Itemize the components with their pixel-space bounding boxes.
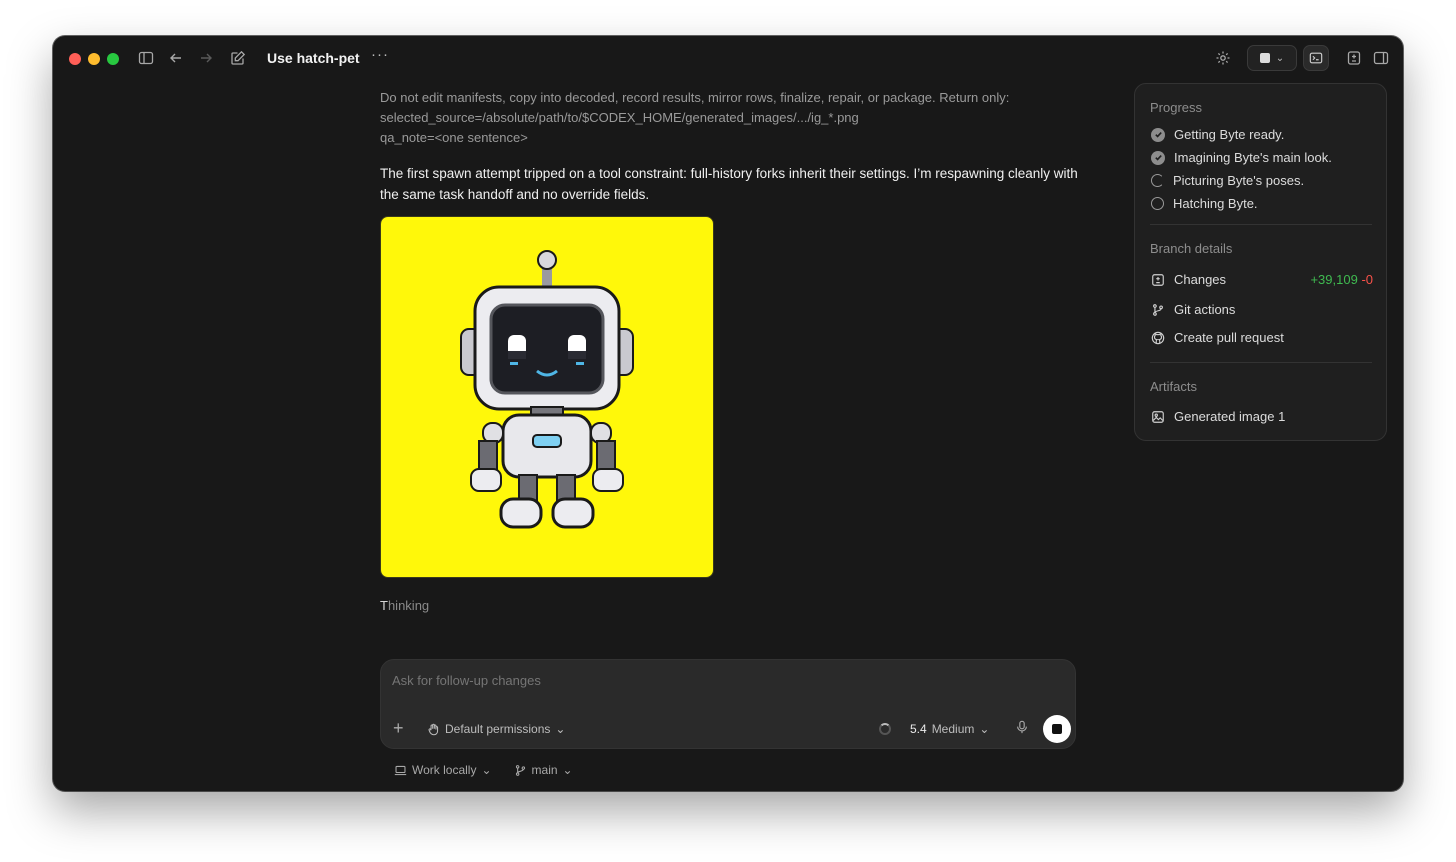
close-window-button[interactable] <box>69 53 81 65</box>
follow-up-input[interactable] <box>392 673 892 688</box>
github-icon <box>1151 331 1165 345</box>
cube-icon <box>1259 53 1270 63</box>
composer: + Default permissions ⌄ 5.4 Medium ⌄ <box>380 659 1076 749</box>
branch-dropdown[interactable]: main ⌄ <box>514 763 573 777</box>
diff-stats: +39,109 -0 <box>1310 272 1373 287</box>
sidebar-toggle-icon[interactable] <box>136 48 156 68</box>
work-location-dropdown[interactable]: Work locally ⌄ <box>394 763 492 777</box>
artifacts-heading: Artifacts <box>1150 379 1197 394</box>
empty-circle-icon <box>1151 197 1164 210</box>
model-selector-dropdown[interactable]: 5.4 Medium ⌄ <box>910 722 989 736</box>
chevron-down-icon: ⌄ <box>979 722 990 736</box>
thinking-status: Thinking <box>380 598 1080 613</box>
progress-item: Picturing Byte's poses. <box>1151 173 1373 188</box>
forward-arrow-icon[interactable] <box>196 48 216 68</box>
loading-spinner-icon <box>879 723 891 735</box>
progress-item-label: Imagining Byte's main look. <box>1174 150 1332 165</box>
chevron-down-icon: ⌄ <box>1275 52 1285 64</box>
agent-selector-button[interactable]: ⌄ <box>1247 45 1297 71</box>
progress-item: Getting Byte ready. <box>1151 127 1373 142</box>
changes-label: Changes <box>1174 272 1227 287</box>
check-circle-icon <box>1151 150 1165 165</box>
create-pull-request-row[interactable]: Create pull request <box>1151 330 1373 345</box>
tool-prompt-text: Do not edit manifests, copy into decoded… <box>380 90 1010 145</box>
conversation-title: Use hatch-pet <box>267 50 360 66</box>
branch-label: main <box>531 763 558 777</box>
work-location-label: Work locally <box>412 763 477 777</box>
pull-request-label: Create pull request <box>1174 330 1284 345</box>
artifact-item[interactable]: Generated image 1 <box>1151 409 1373 424</box>
task-details-panel: Progress Getting Byte ready. Imagining B… <box>1134 83 1387 441</box>
model-version: 5.4 <box>910 722 927 736</box>
maximize-window-button[interactable] <box>107 53 119 65</box>
git-actions-row[interactable]: Git actions <box>1151 302 1373 317</box>
git-branch-icon <box>515 764 525 776</box>
minimize-window-button[interactable] <box>88 53 100 65</box>
permissions-dropdown[interactable]: Default permissions ⌄ <box>427 722 565 736</box>
git-actions-label: Git actions <box>1174 302 1236 317</box>
composer-footer: Work locally ⌄ main ⌄ <box>394 763 573 777</box>
app-window: Use hatch-pet ··· ⌄ Do not edit manifest… <box>53 36 1403 791</box>
progress-item: Hatching Byte. <box>1151 196 1373 211</box>
stop-icon <box>1052 724 1062 734</box>
changes-row[interactable]: Changes +39,109 -0 <box>1151 272 1373 287</box>
progress-item: Imagining Byte's main look. <box>1151 150 1373 165</box>
chat-transcript: Do not edit manifests, copy into decoded… <box>380 88 1080 613</box>
microphone-icon[interactable] <box>1015 720 1029 739</box>
diff-icon <box>1151 273 1165 287</box>
additions-count: +39,109 <box>1310 272 1358 287</box>
chevron-down-icon: ⌄ <box>555 722 566 736</box>
terminal-toggle-button[interactable] <box>1303 45 1329 71</box>
diff-panel-icon[interactable] <box>1344 48 1364 68</box>
progress-item-label: Getting Byte ready. <box>1174 127 1285 142</box>
progress-heading: Progress <box>1150 100 1203 115</box>
permissions-label: Default permissions <box>445 722 551 736</box>
progress-item-label: Picturing Byte's poses. <box>1173 173 1305 188</box>
add-attachment-button[interactable]: + <box>393 719 404 737</box>
laptop-icon <box>394 765 407 775</box>
generated-robot-image[interactable] <box>380 216 714 578</box>
chevron-down-icon: ⌄ <box>562 763 573 777</box>
back-arrow-icon[interactable] <box>166 48 186 68</box>
in-progress-circle-icon <box>1151 174 1164 187</box>
branch-details-heading: Branch details <box>1150 241 1233 256</box>
deletions-count: -0 <box>1361 272 1373 287</box>
terminal-icon <box>1309 52 1323 64</box>
new-chat-compose-icon[interactable] <box>228 48 248 68</box>
artifact-label: Generated image 1 <box>1174 409 1286 424</box>
chevron-down-icon: ⌄ <box>481 763 492 777</box>
model-effort: Medium <box>931 722 975 736</box>
git-branch-icon <box>1151 303 1165 317</box>
assistant-message: The first spawn attempt tripped on a too… <box>380 166 1078 202</box>
thinking-text: hinking <box>387 598 430 613</box>
divider <box>1150 224 1372 225</box>
settings-gear-icon[interactable] <box>1213 48 1233 68</box>
stop-generation-button[interactable] <box>1043 715 1071 743</box>
hand-icon <box>428 723 439 735</box>
thinking-shimmer-letter: T <box>380 598 388 613</box>
title-bar: Use hatch-pet ··· ⌄ <box>53 36 1403 80</box>
right-panel-toggle-icon[interactable] <box>1371 48 1391 68</box>
image-icon <box>1151 410 1165 424</box>
more-options-icon[interactable]: ··· <box>371 46 389 63</box>
divider <box>1150 362 1372 363</box>
pixel-robot-illustration <box>460 250 634 529</box>
check-circle-icon <box>1151 127 1165 142</box>
progress-item-label: Hatching Byte. <box>1173 196 1258 211</box>
